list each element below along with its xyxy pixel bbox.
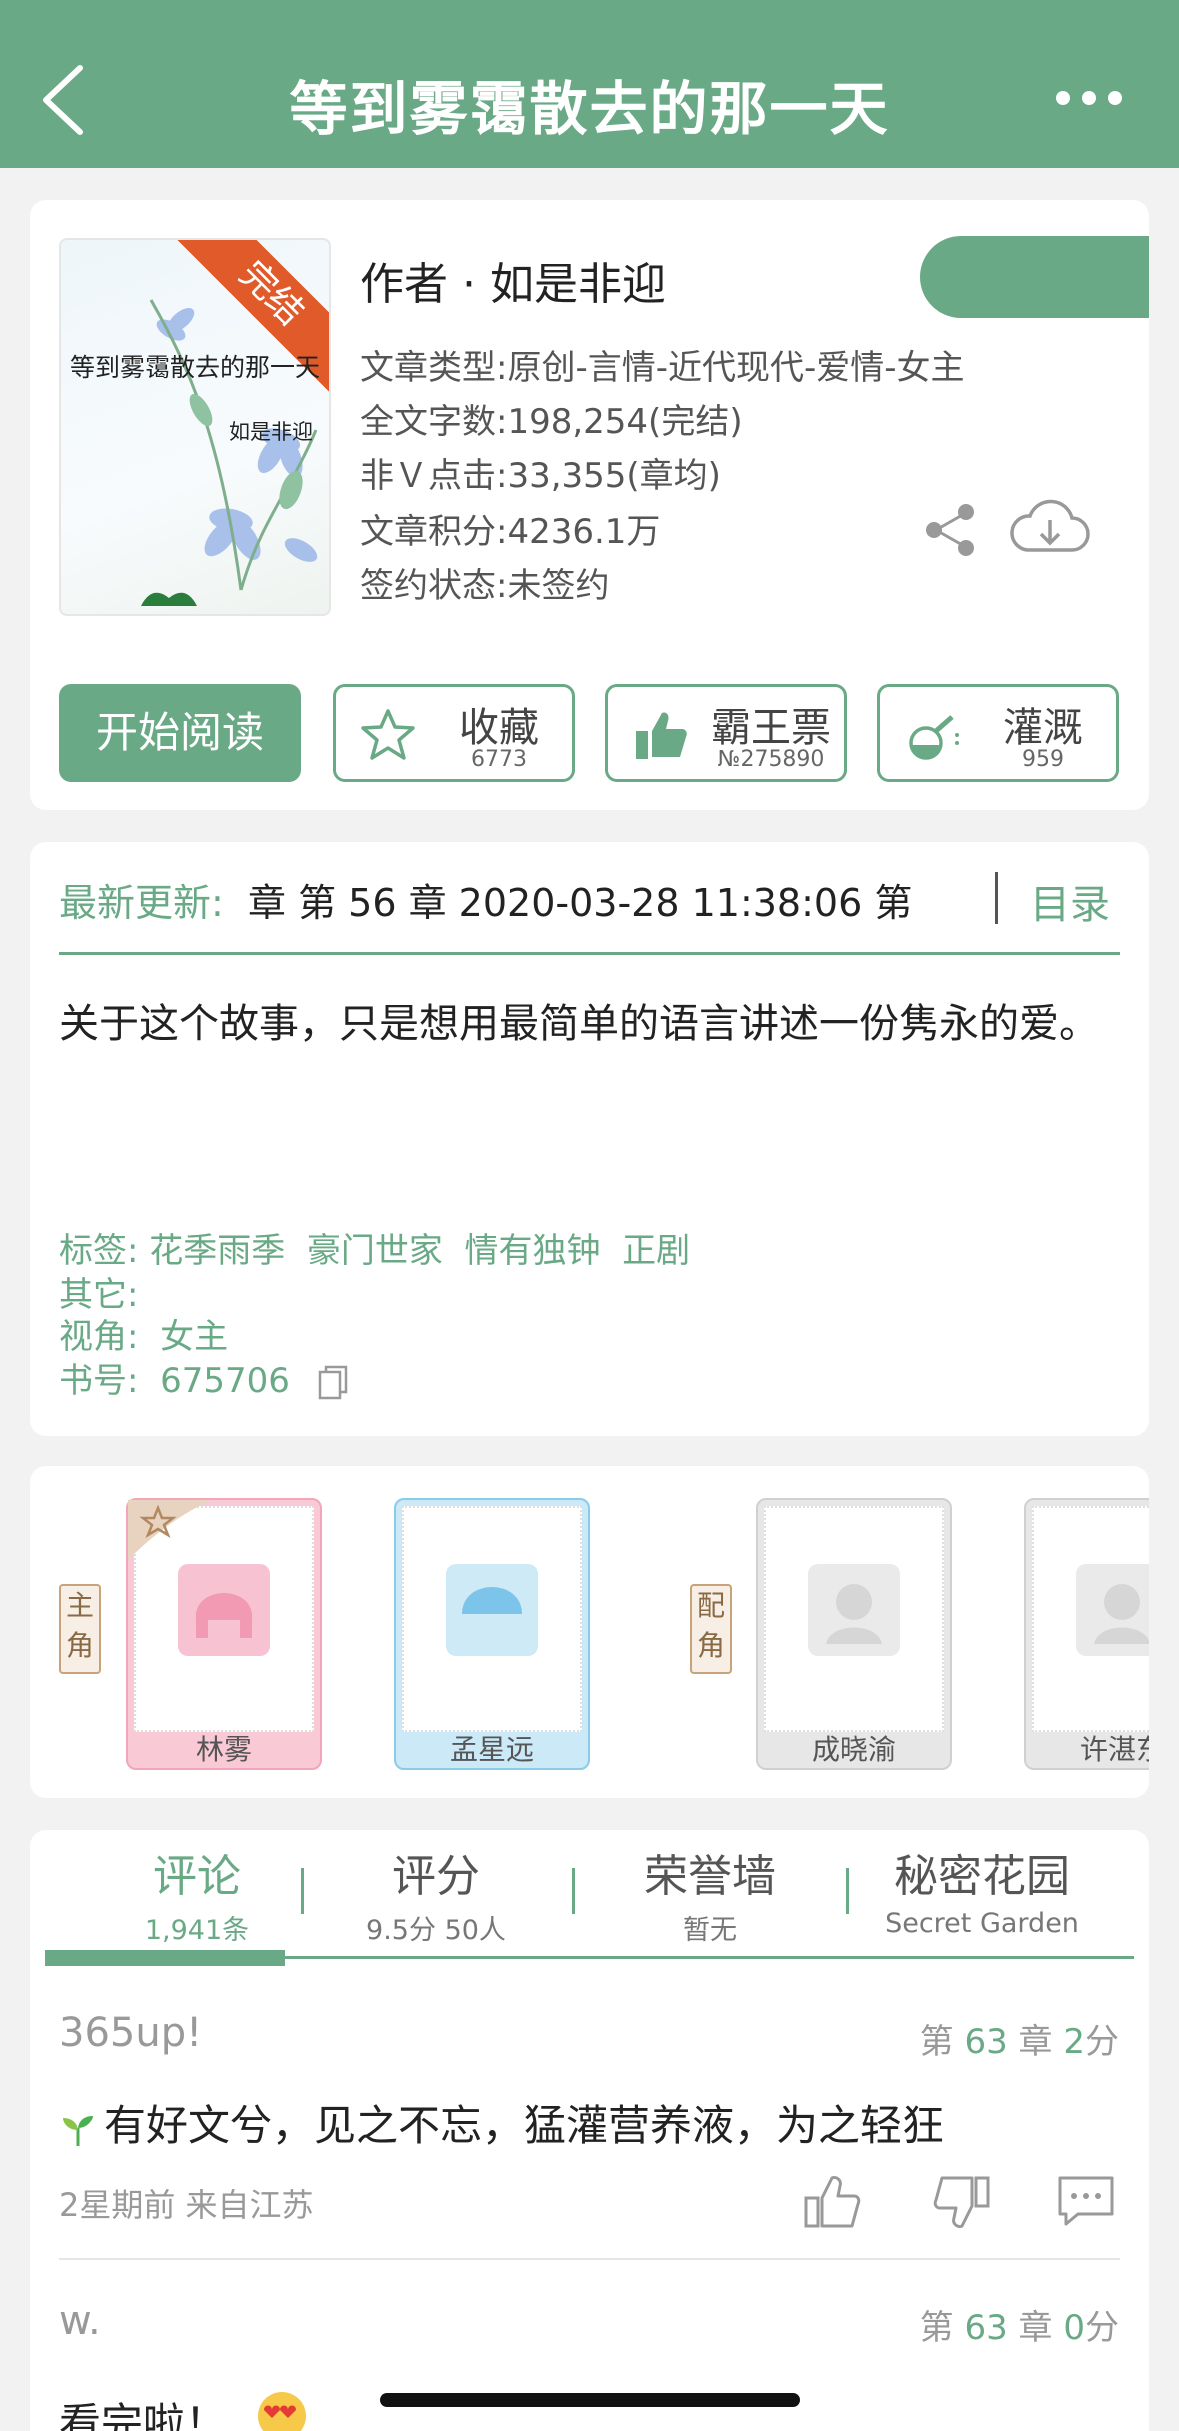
sprout-icon [63, 2116, 93, 2146]
character-card[interactable]: 成晓渝 [756, 1498, 952, 1770]
book-id: 书号: 675706 [59, 1361, 290, 1401]
vote-button[interactable]: 霸王票 №275890 [605, 684, 847, 782]
book-clicks: 非Ｖ点击:33,355(章均) [360, 456, 721, 496]
comment-user[interactable]: 365up! [59, 2010, 202, 2056]
collect-count: 6773 [471, 747, 527, 772]
start-reading-button[interactable]: 开始阅读 [59, 684, 301, 782]
book-genre: 文章类型:原创-言情-近代现代-爱情-女主 [360, 348, 965, 388]
comment-text: 看完啦！ [59, 2399, 228, 2431]
tab-comments[interactable]: 评论 1,941条 [77, 1840, 317, 1947]
latest-update-card: 最新更新: 章 第 56 章 2020-03-28 11:38:06 第 目录 … [30, 842, 1149, 1436]
nourish-count: 959 [1022, 747, 1064, 772]
download-icon[interactable] [1010, 496, 1090, 560]
character-name: 孟星远 [449, 1733, 534, 1766]
thumbs-down-icon[interactable] [930, 2170, 994, 2234]
comments-card: 评论 1,941条 评分 9.5分 50人 荣誉墙 暂无 秘密花园 Secret… [30, 1830, 1149, 2431]
characters-card: 主角 林雾 孟星远 配角 成晓渝 许湛东 [30, 1466, 1149, 1798]
publisher-logo [141, 592, 197, 606]
active-tab-indicator [45, 1950, 285, 1966]
tab-label: 荣誉墙 [644, 1851, 776, 1902]
share-icon[interactable] [920, 500, 980, 560]
home-indicator[interactable] [380, 2393, 800, 2407]
divider [59, 2258, 1120, 2260]
tab-sub: 9.5分 50人 [366, 1915, 506, 1946]
book-other: 其它: [59, 1275, 139, 1315]
book-points: 文章积分:4236.1万 [360, 512, 661, 552]
tab-sub: 暂无 [683, 1915, 737, 1946]
character-name: 林雾 [195, 1733, 252, 1766]
thumbs-up-icon[interactable] [800, 2170, 864, 2234]
tab-label: 评论 [153, 1851, 241, 1902]
main-role-label: 主角 [59, 1584, 101, 1674]
divider [59, 952, 1120, 955]
support-role-label: 配角 [690, 1584, 732, 1674]
book-cover[interactable]: 完结 等到雾霭散去的那一天 如是非迎 [59, 238, 331, 616]
character-name: 成晓渝 [811, 1733, 896, 1766]
book-word-count: 全文字数:198,254(完结) [360, 402, 743, 442]
tab-ratings[interactable]: 评分 9.5分 50人 [316, 1840, 556, 1947]
top-nav-bar: 等到雾霭散去的那一天 [0, 0, 1179, 168]
latest-update-text[interactable]: 章 第 56 章 2020-03-28 11:38:06 第 [248, 872, 968, 927]
book-tags[interactable]: 标签: 花季雨季 豪门世家 情有独钟 正剧 [59, 1230, 690, 1272]
divider [301, 1868, 304, 1914]
divider [846, 1868, 849, 1914]
copy-icon[interactable] [316, 1364, 350, 1402]
divider [995, 872, 998, 924]
avatar [1076, 1564, 1149, 1656]
book-info-card: 完结 等到雾霭散去的那一天 如是非迎 作者 · 如是非迎 文章类型:原创-言情-… [30, 200, 1149, 810]
comment-user[interactable]: w. [59, 2298, 101, 2344]
follow-button[interactable] [920, 236, 1149, 318]
tab-honor-wall[interactable]: 荣誉墙 暂无 [590, 1840, 830, 1947]
avatar [808, 1564, 900, 1656]
character-card[interactable]: 许湛东 [1024, 1498, 1149, 1770]
heart-eyes-emoji-icon [258, 2392, 306, 2431]
toc-link[interactable]: 目录 [1030, 872, 1110, 930]
book-author[interactable]: 作者 · 如是非迎 [360, 248, 666, 312]
book-view: 视角: 女主 [59, 1317, 229, 1357]
star-corner-icon [128, 1500, 212, 1560]
collect-label: 收藏 [459, 705, 539, 751]
comment-meta: 2星期前 来自江苏 [59, 2186, 314, 2224]
vote-count: №275890 [717, 747, 825, 772]
latest-update-label: 最新更新: [59, 881, 224, 925]
more-icon[interactable] [1049, 78, 1129, 118]
character-card[interactable]: 林雾 [126, 1498, 322, 1770]
avatar [178, 1564, 270, 1656]
comment-text: 有好文兮，见之不忘，猛灌营养液，为之轻狂 [104, 2101, 945, 2150]
reply-icon[interactable] [1054, 2168, 1118, 2232]
collect-button[interactable]: 收藏 6773 [333, 684, 575, 782]
nourish-label: 灌溉 [1003, 705, 1083, 751]
divider [572, 1868, 575, 1914]
page-title: 等到雾霭散去的那一天 [289, 75, 890, 143]
tab-sub: Secret Garden [885, 1908, 1079, 1939]
character-card[interactable]: 孟星远 [394, 1498, 590, 1770]
tab-label: 评分 [392, 1851, 480, 1902]
book-intro: 关于这个故事，只是想用最简单的语言讲述一份隽永的爱。 [59, 1001, 1099, 1047]
tab-sub: 1,941条 [144, 1915, 250, 1946]
star-icon [361, 709, 415, 760]
comment-chapter: 第 63 章 2分 [919, 2022, 1119, 2062]
tab-secret-garden[interactable]: 秘密花园 Secret Garden [862, 1840, 1102, 1939]
avatar [446, 1564, 538, 1656]
vote-label: 霸王票 [711, 705, 831, 751]
cover-author: 如是非迎 [229, 420, 313, 444]
thumbs-up-icon [636, 712, 687, 759]
nourish-button[interactable]: 灌溉 959 [877, 684, 1119, 782]
comment-chapter: 第 63 章 0分 [919, 2308, 1119, 2348]
cover-title: 等到雾霭散去的那一天 [69, 353, 320, 382]
flask-icon [909, 715, 959, 760]
tab-label: 秘密花园 [894, 1851, 1070, 1902]
character-name: 许湛东 [1079, 1733, 1149, 1766]
book-sign-status: 签约状态:未签约 [360, 566, 610, 606]
